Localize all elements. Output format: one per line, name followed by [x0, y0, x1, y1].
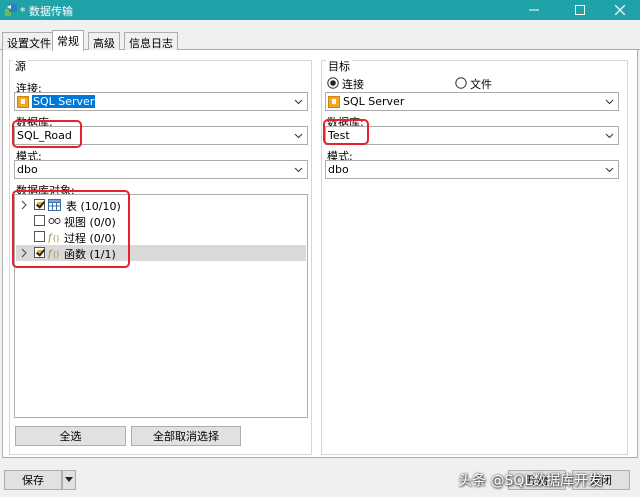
source-connection-select[interactable]: SQL Server	[14, 92, 308, 111]
save-button[interactable]: 保存	[4, 470, 62, 490]
radio-selected-icon[interactable]	[327, 77, 339, 89]
tab-general[interactable]: 常规	[52, 30, 84, 51]
highlight-database-objects	[12, 190, 130, 268]
title-bar: * 数据传输	[0, 0, 640, 20]
maximize-icon	[575, 5, 585, 15]
tab-profile[interactable]: 设置文件	[2, 32, 56, 50]
minimize-icon	[529, 9, 539, 11]
chevron-down-icon	[294, 99, 303, 105]
radio-file-label: 文件	[470, 78, 492, 91]
radio-unselected-icon[interactable]	[455, 77, 467, 89]
close-icon	[615, 5, 625, 15]
caret-down-icon	[65, 477, 73, 482]
highlight-source-database	[12, 120, 82, 148]
chevron-down-icon	[605, 133, 614, 139]
maximize-button[interactable]	[560, 0, 600, 20]
window-title: * 数据传输	[20, 5, 73, 18]
select-all-button[interactable]: 全选	[15, 426, 126, 446]
radio-connection-label: 连接	[342, 78, 364, 91]
target-connection-value: SQL Server	[343, 95, 405, 108]
watermark: 头条 @SQL数据库开发	[458, 473, 603, 489]
chevron-down-icon	[294, 133, 303, 139]
highlight-target-database	[323, 119, 369, 145]
tab-log[interactable]: 信息日志	[124, 32, 178, 50]
chevron-down-icon	[605, 167, 614, 173]
chevron-down-icon	[605, 99, 614, 105]
chevron-down-icon	[294, 167, 303, 173]
minimize-button[interactable]	[514, 0, 554, 20]
save-dropdown-button[interactable]	[62, 470, 76, 490]
target-title: 目标	[326, 58, 352, 74]
target-schema-select[interactable]: dbo	[325, 160, 619, 179]
target-connection-select[interactable]: SQL Server	[325, 92, 619, 111]
sql-server-icon	[328, 95, 340, 108]
source-schema-select[interactable]: dbo	[14, 160, 308, 179]
tab-advanced[interactable]: 高级	[88, 32, 120, 50]
app-icon	[5, 4, 17, 16]
source-title: 源	[13, 58, 28, 74]
source-schema-value: dbo	[17, 163, 38, 176]
target-schema-value: dbo	[328, 163, 349, 176]
source-connection-value: SQL Server	[32, 95, 96, 108]
target-database-select[interactable]: Test	[325, 126, 619, 145]
tab-strip: 设置文件 常规 高级 信息日志	[0, 30, 640, 51]
sql-server-icon	[17, 95, 29, 108]
deselect-all-button[interactable]: 全部取消选择	[131, 426, 241, 446]
close-window-button[interactable]	[600, 0, 640, 20]
